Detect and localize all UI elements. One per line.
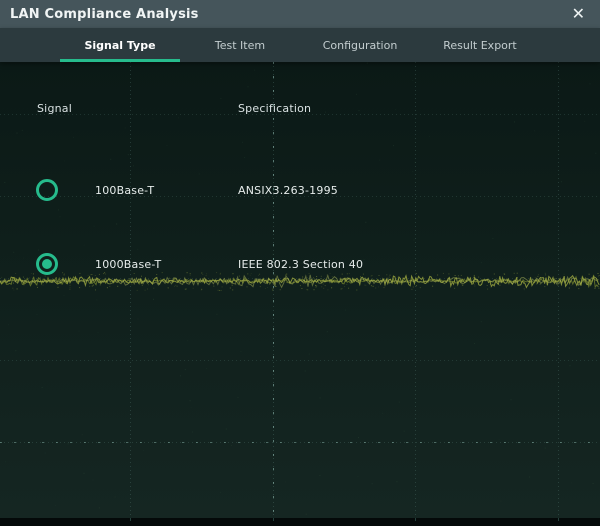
- graticule-vline: [130, 62, 131, 518]
- tab-test-item[interactable]: Test Item: [180, 28, 300, 62]
- graticule-hline-center: [0, 442, 600, 443]
- graticule-vline-center: [273, 62, 274, 518]
- signal-row-1000base-t[interactable]: 1000Base-T IEEE 802.3 Section 40: [0, 244, 600, 284]
- oscilloscope-screen: Signal Specification 100Base-T ANSIX3.26…: [0, 0, 600, 526]
- bottom-tick: [415, 518, 416, 521]
- column-header-specification: Specification: [238, 102, 311, 115]
- dialog-titlebar: LAN Compliance Analysis ✕: [0, 0, 600, 28]
- signal-row-100base-t[interactable]: 100Base-T ANSIX3.263-1995: [0, 170, 600, 210]
- column-header-signal: Signal: [37, 102, 72, 115]
- dialog-title: LAN Compliance Analysis: [10, 7, 199, 22]
- graticule-vline: [415, 62, 416, 518]
- radio-100base-t[interactable]: [36, 179, 58, 201]
- scope-graticule: [0, 62, 600, 518]
- specification-label: IEEE 802.3 Section 40: [238, 244, 363, 284]
- bottom-tick: [558, 518, 559, 521]
- bottom-tick: [130, 518, 131, 521]
- dialog-body: Signal Specification 100Base-T ANSIX3.26…: [0, 62, 600, 518]
- tab-result-export[interactable]: Result Export: [420, 28, 540, 62]
- signal-label: 100Base-T: [95, 170, 154, 210]
- screen-bottom-bar: [0, 518, 600, 526]
- bottom-tick: [273, 518, 274, 521]
- graticule-hline: [0, 360, 600, 361]
- signal-label: 1000Base-T: [95, 244, 161, 284]
- active-tab-underline: [60, 59, 180, 62]
- specification-label: ANSIX3.263-1995: [238, 170, 338, 210]
- graticule-vline: [558, 62, 559, 518]
- close-button[interactable]: ✕: [567, 5, 590, 23]
- close-icon: ✕: [572, 4, 585, 23]
- tab-signal-type[interactable]: Signal Type: [60, 28, 180, 62]
- tab-configuration[interactable]: Configuration: [300, 28, 420, 62]
- radio-1000base-t[interactable]: [36, 253, 58, 275]
- dialog-tabbar: Signal Type Test Item Configuration Resu…: [0, 28, 600, 62]
